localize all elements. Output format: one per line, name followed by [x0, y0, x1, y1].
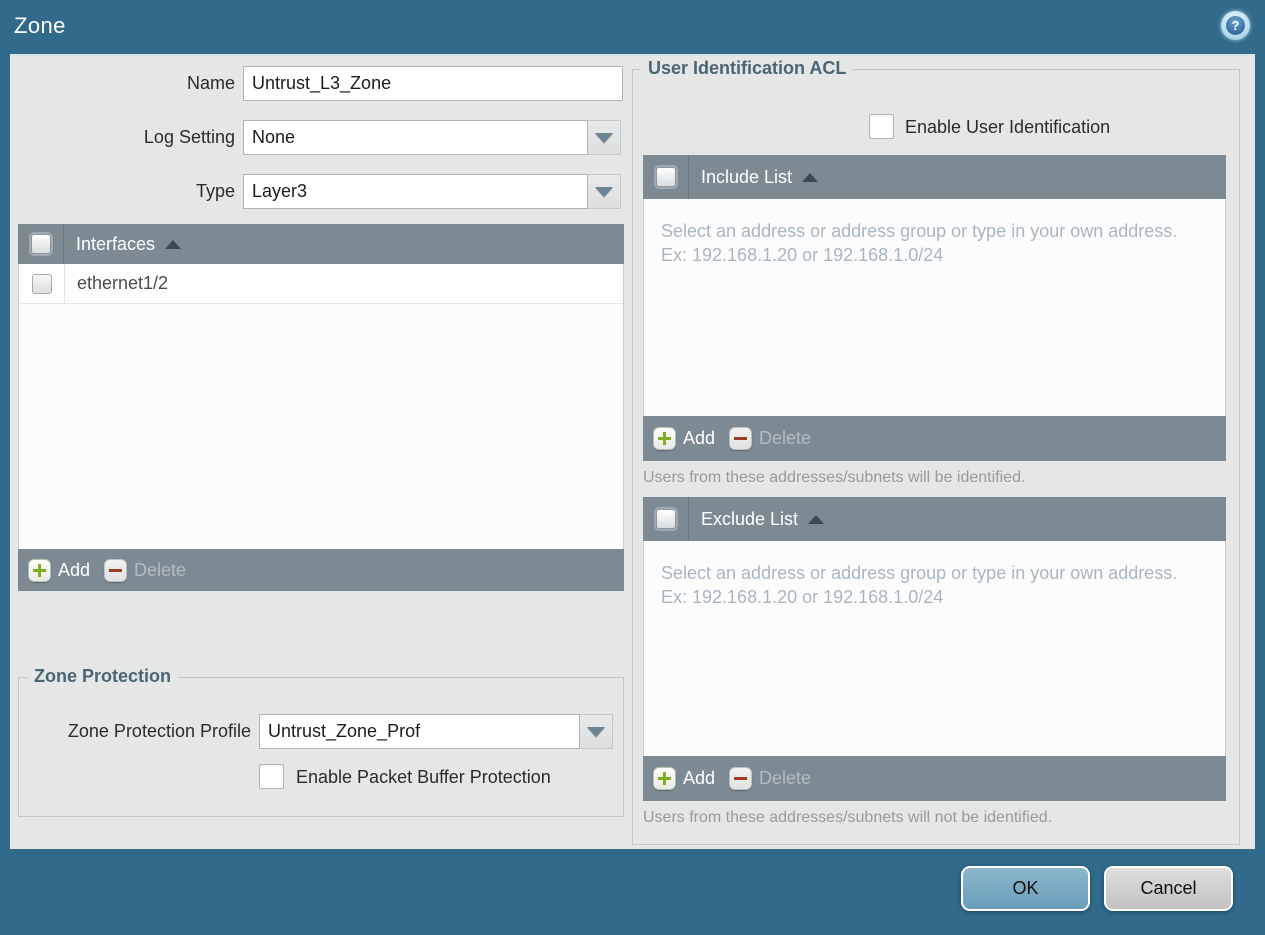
interfaces-list-body: ethernet1/2 — [18, 264, 624, 549]
user-identification-acl-legend: User Identification ACL — [641, 58, 854, 79]
interfaces-header-label: Interfaces — [76, 233, 156, 254]
exclude-list-delete-button[interactable]: Delete — [729, 767, 811, 790]
include-list-delete-button[interactable]: Delete — [729, 427, 811, 450]
log-setting-dropdown-button[interactable] — [588, 120, 621, 155]
exclude-list-body[interactable]: Select an address or address group or ty… — [643, 541, 1226, 756]
sort-ascending-icon — [802, 172, 819, 182]
question-mark-glyph: ? — [1226, 16, 1245, 35]
chevron-down-icon — [595, 132, 613, 143]
interfaces-column-header[interactable]: Interfaces — [18, 224, 624, 264]
zone-protection-profile-input[interactable] — [259, 714, 580, 749]
log-setting-input[interactable] — [243, 120, 588, 155]
dialog-body: Name Log Setting Type Interfaces — [10, 54, 1255, 849]
interfaces-add-button[interactable]: Add — [28, 558, 90, 582]
sort-ascending-icon — [808, 514, 825, 524]
zone-protection-profile-dropdown — [259, 714, 613, 749]
chevron-down-icon — [595, 186, 613, 197]
dialog-title: Zone — [14, 13, 66, 38]
interface-name: ethernet1/2 — [77, 273, 169, 293]
name-label: Name — [186, 73, 235, 93]
interfaces-select-all-cell — [18, 224, 64, 264]
enable-user-identification-checkbox[interactable] — [869, 114, 894, 139]
include-list-header-label: Include List — [701, 166, 793, 187]
type-label: Type — [195, 181, 235, 201]
add-icon — [653, 427, 676, 450]
row-checkbox[interactable] — [31, 273, 52, 294]
type-dropdown-button[interactable] — [588, 174, 621, 209]
interfaces-select-all-checkbox[interactable] — [30, 234, 51, 254]
user-identification-acl-group: User Identification ACL Enable User Iden… — [632, 58, 1240, 845]
chevron-down-icon — [587, 726, 605, 737]
exclude-list-panel: Exclude List Select an address or addres… — [643, 497, 1226, 801]
interfaces-panel: Interfaces ethernet1/2 Add Delete — [18, 224, 624, 591]
help-icon[interactable]: ? — [1221, 11, 1250, 40]
include-list-panel: Include List Select an address or addres… — [643, 155, 1226, 461]
table-row[interactable]: ethernet1/2 — [19, 264, 623, 304]
delete-icon — [729, 427, 753, 450]
row-checkbox-cell — [19, 264, 65, 303]
log-setting-dropdown — [243, 120, 621, 155]
include-list-add-button[interactable]: Add — [653, 427, 715, 450]
include-list-footer-bar: Add Delete — [643, 416, 1226, 461]
include-list-select-all-cell — [643, 155, 689, 199]
enable-packet-buffer-protection-checkbox[interactable] — [259, 764, 284, 789]
ok-button[interactable]: OK — [961, 866, 1090, 911]
zone-dialog-window: Zone ? Name Log Setting Type — [0, 0, 1265, 935]
cancel-button[interactable]: Cancel — [1104, 866, 1233, 911]
include-list-caption: Users from these addresses/subnets will … — [643, 469, 1026, 486]
log-setting-label: Log Setting — [143, 127, 235, 147]
add-icon — [653, 767, 676, 790]
sort-ascending-icon — [165, 239, 182, 249]
include-list-select-all-checkbox[interactable] — [655, 167, 676, 187]
zone-protection-profile-dropdown-button[interactable] — [580, 714, 613, 749]
type-input[interactable] — [243, 174, 588, 209]
exclude-list-caption: Users from these addresses/subnets will … — [643, 809, 1053, 826]
interfaces-footer-bar: Add Delete — [18, 549, 624, 591]
type-dropdown — [243, 174, 621, 209]
name-input[interactable] — [243, 66, 623, 101]
delete-icon — [104, 558, 128, 582]
enable-packet-buffer-protection-label: Enable Packet Buffer Protection — [296, 767, 551, 787]
zone-protection-legend: Zone Protection — [27, 666, 179, 687]
exclude-list-placeholder: Select an address or address group or ty… — [661, 563, 1178, 608]
exclude-list-select-all-cell — [643, 497, 689, 541]
exclude-list-add-button[interactable]: Add — [653, 767, 715, 790]
exclude-list-select-all-checkbox[interactable] — [655, 509, 676, 529]
exclude-list-footer-bar: Add Delete — [643, 756, 1226, 801]
include-list-placeholder: Select an address or address group or ty… — [661, 221, 1178, 266]
interfaces-delete-button[interactable]: Delete — [104, 558, 186, 582]
enable-user-identification-label: Enable User Identification — [905, 117, 1111, 137]
include-list-body[interactable]: Select an address or address group or ty… — [643, 199, 1226, 416]
zone-protection-profile-label: Zone Protection Profile — [67, 721, 251, 741]
include-list-header[interactable]: Include List — [643, 155, 1226, 199]
delete-icon — [729, 767, 753, 790]
add-icon — [28, 558, 51, 582]
exclude-list-header[interactable]: Exclude List — [643, 497, 1226, 541]
zone-protection-group: Zone Protection Zone Protection Profile … — [18, 666, 624, 817]
exclude-list-header-label: Exclude List — [701, 508, 799, 529]
